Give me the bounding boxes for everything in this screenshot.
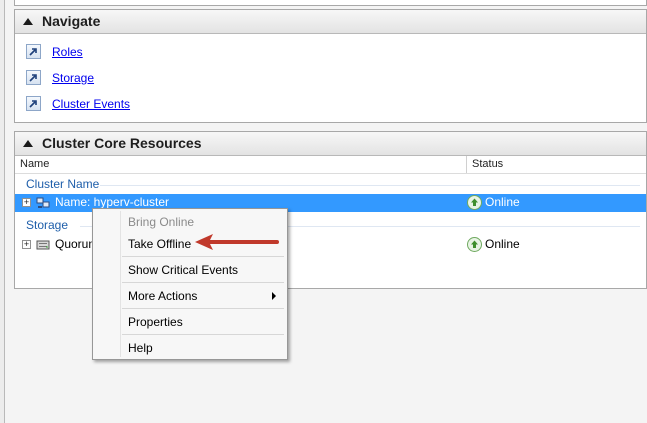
- nav-link-label[interactable]: Storage: [52, 71, 94, 85]
- column-header-row: Name Status: [15, 156, 646, 174]
- column-separator[interactable]: [466, 156, 467, 173]
- resource-status: Online: [485, 237, 520, 251]
- context-menu: Bring Online Take Offline Show Critical …: [92, 208, 288, 360]
- nav-link-cluster-events[interactable]: Cluster Events: [26, 96, 130, 111]
- menu-separator: [122, 308, 284, 309]
- collapse-triangle-icon[interactable]: [23, 139, 33, 147]
- menu-item-more-actions[interactable]: More Actions: [128, 289, 197, 303]
- menu-item-properties[interactable]: Properties: [128, 315, 183, 329]
- shortcut-arrow-icon: [26, 70, 41, 85]
- menu-item-help[interactable]: Help: [128, 341, 153, 355]
- group-label-storage: Storage: [26, 218, 69, 232]
- collapse-triangle-icon[interactable]: [23, 17, 33, 25]
- core-resources-header[interactable]: Cluster Core Resources: [15, 132, 646, 156]
- nav-link-roles[interactable]: Roles: [26, 44, 83, 59]
- navigate-panel: Navigate Roles Storage Cluster Events: [14, 9, 647, 123]
- nav-link-storage[interactable]: Storage: [26, 70, 94, 85]
- menu-separator: [122, 282, 284, 283]
- resource-status: Online: [485, 195, 520, 209]
- group-label-cluster-name: Cluster Name: [26, 177, 100, 191]
- annotation-arrow-icon: [195, 234, 279, 250]
- cluster-name-icon: [36, 196, 50, 210]
- online-status-icon: [467, 237, 482, 252]
- resource-name: Name: hyperv-cluster: [55, 195, 170, 209]
- previous-panel-bottom: [14, 0, 647, 6]
- column-header-name[interactable]: Name: [20, 156, 49, 173]
- menu-item-show-critical-events[interactable]: Show Critical Events: [128, 263, 238, 277]
- core-resources-title: Cluster Core Resources: [42, 135, 202, 151]
- column-header-status[interactable]: Status: [472, 156, 503, 173]
- nav-link-label[interactable]: Cluster Events: [52, 97, 130, 111]
- navigate-header[interactable]: Navigate: [15, 10, 646, 34]
- shortcut-arrow-icon: [26, 44, 41, 59]
- expander-plus-icon[interactable]: +: [22, 198, 31, 207]
- online-status-icon: [467, 195, 482, 210]
- shortcut-arrow-icon: [26, 96, 41, 111]
- navigate-title: Navigate: [42, 13, 101, 29]
- menu-item-take-offline[interactable]: Take Offline: [128, 237, 191, 251]
- nav-link-label[interactable]: Roles: [52, 45, 83, 59]
- menu-separator: [122, 334, 284, 335]
- group-divider: [100, 185, 640, 186]
- menu-separator: [122, 256, 284, 257]
- submenu-arrow-icon: [272, 292, 276, 300]
- disk-icon: [36, 238, 50, 252]
- expander-plus-icon[interactable]: +: [22, 240, 31, 249]
- menu-icon-gutter: [120, 211, 121, 357]
- menu-item-bring-online[interactable]: Bring Online: [128, 215, 194, 229]
